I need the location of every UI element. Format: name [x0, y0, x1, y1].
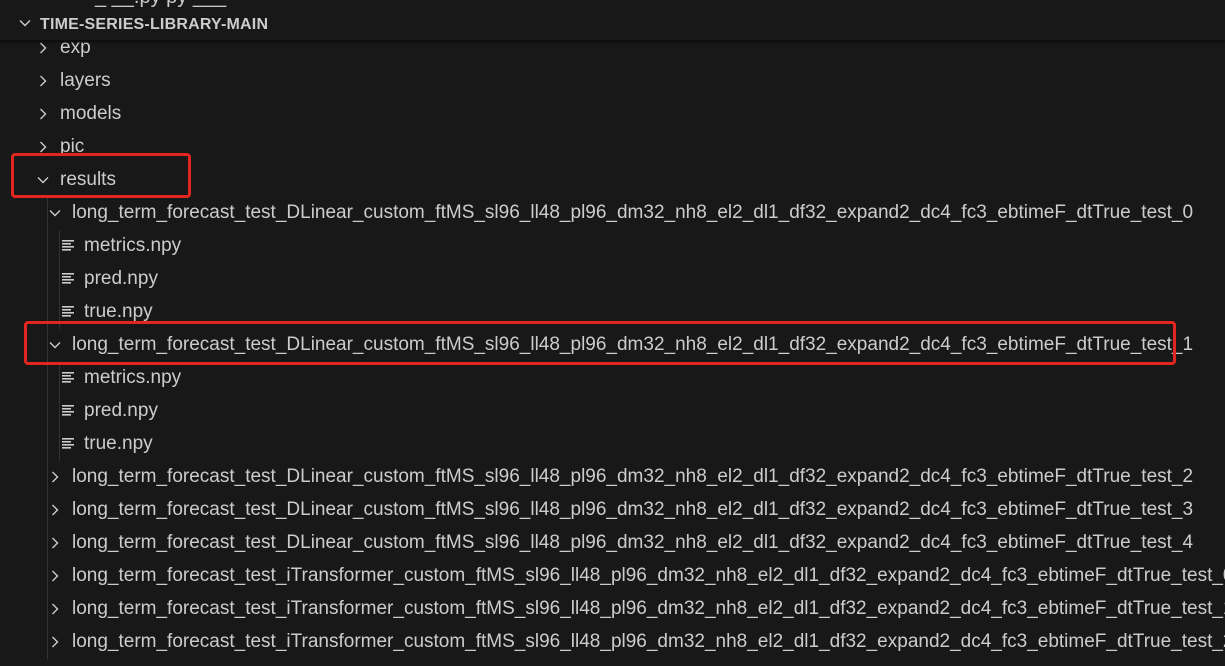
file-label: metrics.npy — [84, 235, 182, 256]
chevron-right-icon[interactable] — [35, 106, 51, 122]
explorer-section-title: TIME-SERIES-LIBRARY-MAIN — [40, 16, 269, 33]
chevron-right-icon[interactable] — [47, 601, 63, 617]
tree-item-metrics-npy[interactable]: metrics.npy — [0, 362, 1225, 395]
file-label: pred.npy — [84, 400, 158, 421]
folder-label: long_term_forecast_test_iTransformer_cus… — [72, 598, 1225, 619]
chevron-down-icon[interactable] — [47, 205, 63, 221]
chevron-right-icon[interactable] — [35, 40, 51, 56]
indent-guide — [47, 296, 48, 329]
chevron-right-icon[interactable] — [47, 502, 63, 518]
folder-label: pic — [60, 136, 85, 157]
indent-guide — [59, 395, 60, 428]
file-lines-icon — [62, 306, 74, 317]
tree-item-pic[interactable]: pic — [0, 131, 1225, 164]
chevron-right-icon[interactable] — [47, 469, 63, 485]
tree-item-long-term-forecast-test-itransformer-custom-ftms-sl96-ll48-p[interactable]: long_term_forecast_test_iTransformer_cus… — [0, 626, 1225, 659]
indent-guide — [59, 428, 60, 461]
file-lines-icon — [62, 240, 74, 251]
tree-item-metrics-npy[interactable]: metrics.npy — [0, 230, 1225, 263]
file-lines-icon — [62, 405, 74, 416]
folder-label: long_term_forecast_test_DLinear_custom_f… — [72, 466, 1194, 487]
indent-guide — [47, 428, 48, 461]
folder-label: long_term_forecast_test_iTransformer_cus… — [72, 631, 1225, 652]
folder-label: models — [60, 103, 122, 124]
folder-label: layers — [60, 70, 111, 91]
tree-item-long-term-forecast-test-dlinear-custom-ftms-sl96-ll48-pl96-d[interactable]: long_term_forecast_test_DLinear_custom_f… — [0, 494, 1225, 527]
chevron-down-icon[interactable] — [35, 172, 51, 188]
tree-item-long-term-forecast-test-itransformer-custom-ftms-sl96-ll48-p[interactable]: long_term_forecast_test_iTransformer_cus… — [0, 560, 1225, 593]
indent-guide — [59, 263, 60, 296]
indent-guide — [47, 230, 48, 263]
tree-item-true-npy[interactable]: true.npy — [0, 428, 1225, 461]
tree-item-long-term-forecast-test-dlinear-custom-ftms-sl96-ll48-pl96-d[interactable]: long_term_forecast_test_DLinear_custom_f… — [0, 329, 1225, 362]
scrolled-off-label: _ __.py py ___ — [95, 0, 226, 8]
file-lines-icon — [62, 273, 74, 284]
indent-guide — [59, 230, 60, 263]
tree-item-long-term-forecast-test-dlinear-custom-ftms-sl96-ll48-pl96-d[interactable]: long_term_forecast_test_DLinear_custom_f… — [0, 461, 1225, 494]
file-lines-icon — [62, 372, 74, 383]
indent-guide — [47, 362, 48, 395]
file-label: true.npy — [84, 433, 153, 454]
tree-item-long-term-forecast-test-dlinear-custom-ftms-sl96-ll48-pl96-d[interactable]: long_term_forecast_test_DLinear_custom_f… — [0, 197, 1225, 230]
folder-label: long_term_forecast_test_DLinear_custom_f… — [72, 334, 1194, 355]
tree-item-results[interactable]: results — [0, 164, 1225, 197]
tree-item-long-term-forecast-test-itransformer-custom-ftms-sl96-ll48-p[interactable]: long_term_forecast_test_iTransformer_cus… — [0, 593, 1225, 626]
folder-label: results — [60, 169, 116, 190]
folder-label: long_term_forecast_test_DLinear_custom_f… — [72, 499, 1194, 520]
chevron-right-icon[interactable] — [47, 535, 63, 551]
tree-item-models[interactable]: models — [0, 98, 1225, 131]
indent-guide — [47, 263, 48, 296]
folder-label: long_term_forecast_test_DLinear_custom_f… — [72, 532, 1194, 553]
folder-label: long_term_forecast_test_DLinear_custom_f… — [72, 202, 1194, 223]
chevron-down-icon — [19, 20, 31, 27]
chevron-right-icon[interactable] — [47, 568, 63, 584]
indent-guide — [59, 362, 60, 395]
explorer-section-header[interactable]: TIME-SERIES-LIBRARY-MAIN — [0, 8, 1225, 40]
file-label: pred.npy — [84, 268, 158, 289]
scrolled-off-row: _ __.py py ___ — [0, 0, 1225, 8]
chevron-right-icon[interactable] — [35, 139, 51, 155]
chevron-down-icon[interactable] — [47, 337, 63, 353]
indent-guide — [59, 296, 60, 329]
tree-item-layers[interactable]: layers — [0, 65, 1225, 98]
file-lines-icon — [62, 438, 74, 449]
tree-item-pred-npy[interactable]: pred.npy — [0, 263, 1225, 296]
file-label: metrics.npy — [84, 367, 182, 388]
folder-label: long_term_forecast_test_iTransformer_cus… — [72, 565, 1225, 586]
indent-guide — [47, 395, 48, 428]
file-tree: exp layers models pic results long_term_forec… — [0, 32, 1225, 659]
tree-item-pred-npy[interactable]: pred.npy — [0, 395, 1225, 428]
tree-item-long-term-forecast-test-dlinear-custom-ftms-sl96-ll48-pl96-d[interactable]: long_term_forecast_test_DLinear_custom_f… — [0, 527, 1225, 560]
file-label: true.npy — [84, 301, 153, 322]
chevron-right-icon[interactable] — [35, 73, 51, 89]
tree-item-true-npy[interactable]: true.npy — [0, 296, 1225, 329]
chevron-right-icon[interactable] — [47, 634, 63, 650]
